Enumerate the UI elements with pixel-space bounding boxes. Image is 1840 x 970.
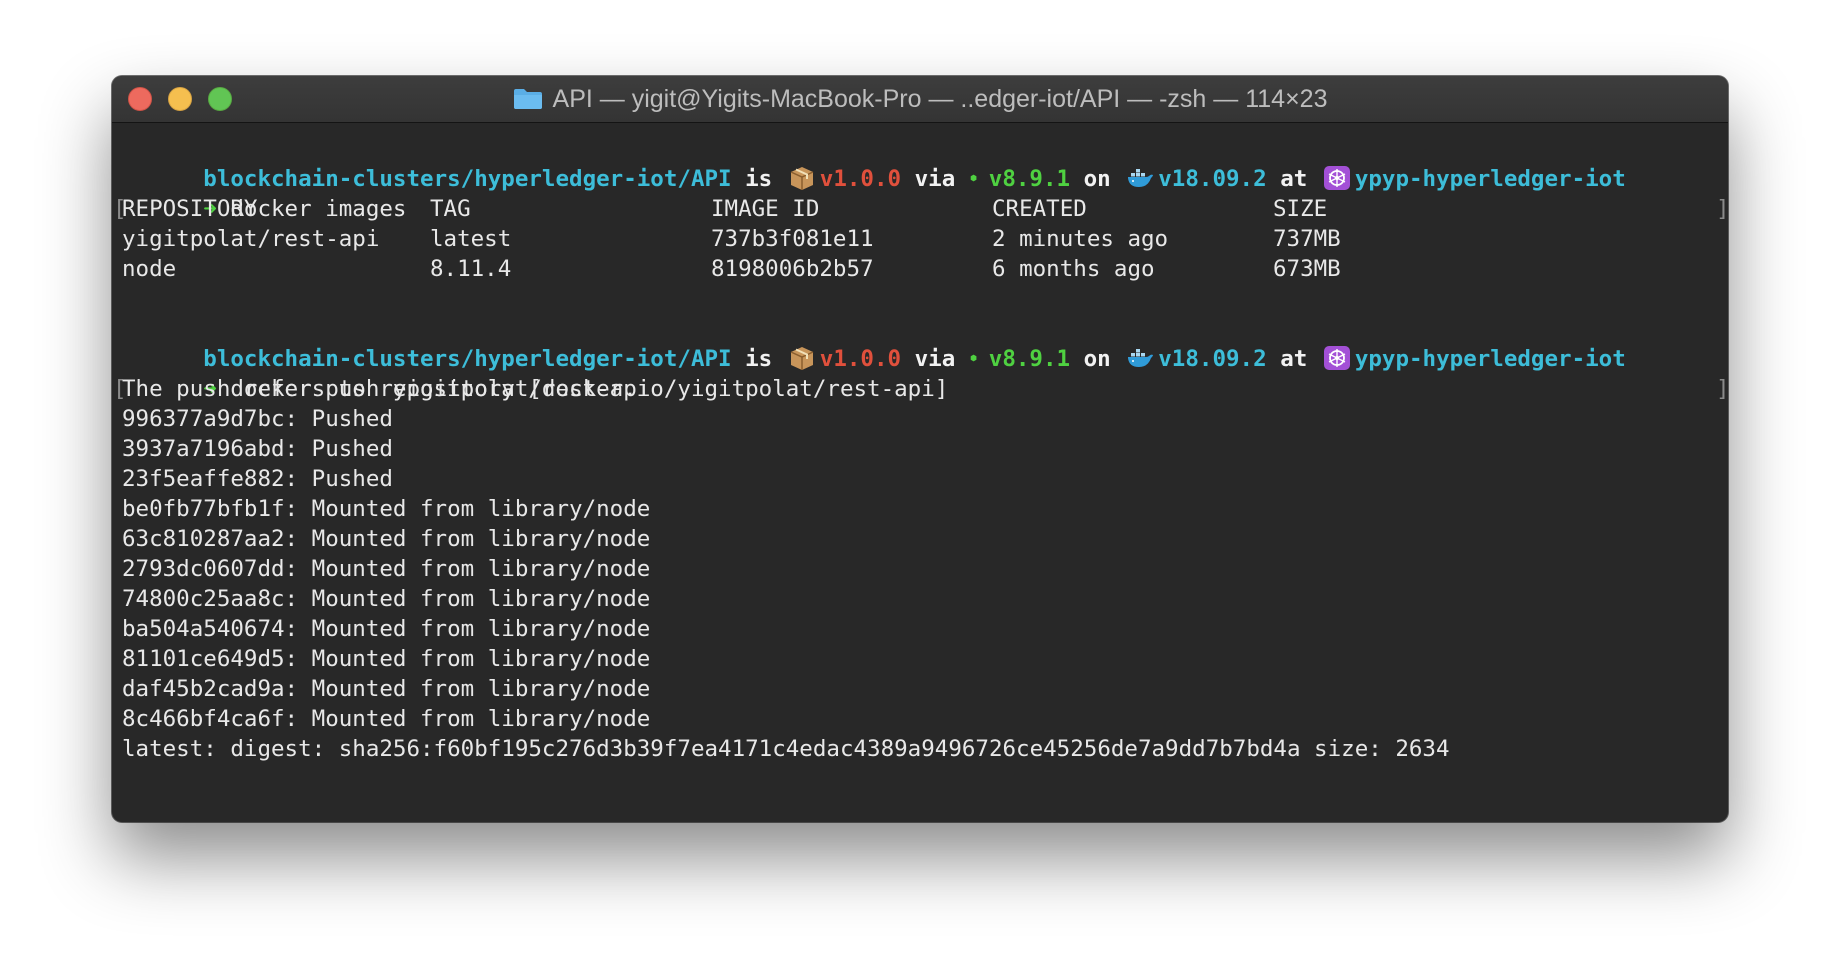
output-line: 81101ce649d5: Mounted from library/node <box>122 646 651 672</box>
header-created: CREATED <box>992 196 1087 222</box>
cell-created: 6 months ago <box>992 256 1155 282</box>
terminal-window: API — yigit@Yigits-MacBook-Pro — ..edger… <box>112 76 1728 822</box>
header-tag: TAG <box>430 196 471 222</box>
output-line: be0fb77bfb1f: Mounted from library/node <box>122 496 651 522</box>
output-line: 996377a9d7bc: Pushed <box>122 406 393 432</box>
table-row: node 8.11.4 8198006b2b57 6 months ago 673MB <box>122 254 1728 284</box>
command-line: [➜ docker images] <box>113 164 1728 222</box>
cell-size: 673MB <box>1273 256 1341 282</box>
output-line: 23f5eaffe882: Pushed <box>122 466 393 492</box>
cell-image-id: 737b3f081e11 <box>711 226 874 252</box>
header-size: SIZE <box>1273 196 1328 222</box>
cell-created: 2 minutes ago <box>992 226 1169 252</box>
output-line: 3937a7196abd: Pushed <box>122 436 393 462</box>
output-line: 74800c25aa8c: Mounted from library/node <box>122 586 651 612</box>
output-line: The push refers to repository [docker.io… <box>122 376 949 402</box>
header-image-id: IMAGE ID <box>711 196 820 222</box>
output-line: latest: digest: sha256:f60bf195c276d3b39… <box>122 736 1450 762</box>
prompt-line: blockchain-clusters/hyperledger-iot/API … <box>122 134 1728 192</box>
header-repository: REPOSITORY <box>122 196 258 222</box>
command-line: [➜ docker push yigitpolat/rest-api] <box>113 344 1728 402</box>
folder-icon <box>513 89 542 109</box>
output-line: 8c466bf4ca6f: Mounted from library/node <box>122 706 651 732</box>
cell-repository: node <box>122 256 177 282</box>
cell-repository: yigitpolat/rest-api <box>122 226 380 252</box>
output-line: ba504a540674: Mounted from library/node <box>122 616 651 642</box>
cell-size: 737MB <box>1273 226 1341 252</box>
cell-tag: latest <box>430 226 512 252</box>
cell-image-id: 8198006b2b57 <box>711 256 874 282</box>
output-line: 2793dc0607dd: Mounted from library/node <box>122 556 651 582</box>
window-title: API — yigit@Yigits-MacBook-Pro — ..edger… <box>552 84 1328 113</box>
prompt-line: blockchain-clusters/hyperledger-iot/API … <box>122 314 1728 372</box>
table-row: yigitpolat/rest-api latest 737b3f081e11 2 m… <box>122 224 1728 254</box>
terminal-content[interactable]: blockchain-clusters/hyperledger-iot/API … <box>113 134 1728 822</box>
table-header: REPOSITORY TAG IMAGE ID CREATED SIZE <box>122 194 1728 224</box>
title-bar[interactable]: API — yigit@Yigits-MacBook-Pro — ..edger… <box>112 76 1728 123</box>
output-line: daf45b2cad9a: Mounted from library/node <box>122 676 651 702</box>
window-title-area: API — yigit@Yigits-MacBook-Pro — ..edger… <box>112 76 1728 122</box>
cell-tag: 8.11.4 <box>430 256 512 282</box>
output-line: 63c810287aa2: Mounted from library/node <box>122 526 651 552</box>
push-output: The push refers to repository [docker.io… <box>122 374 1728 764</box>
